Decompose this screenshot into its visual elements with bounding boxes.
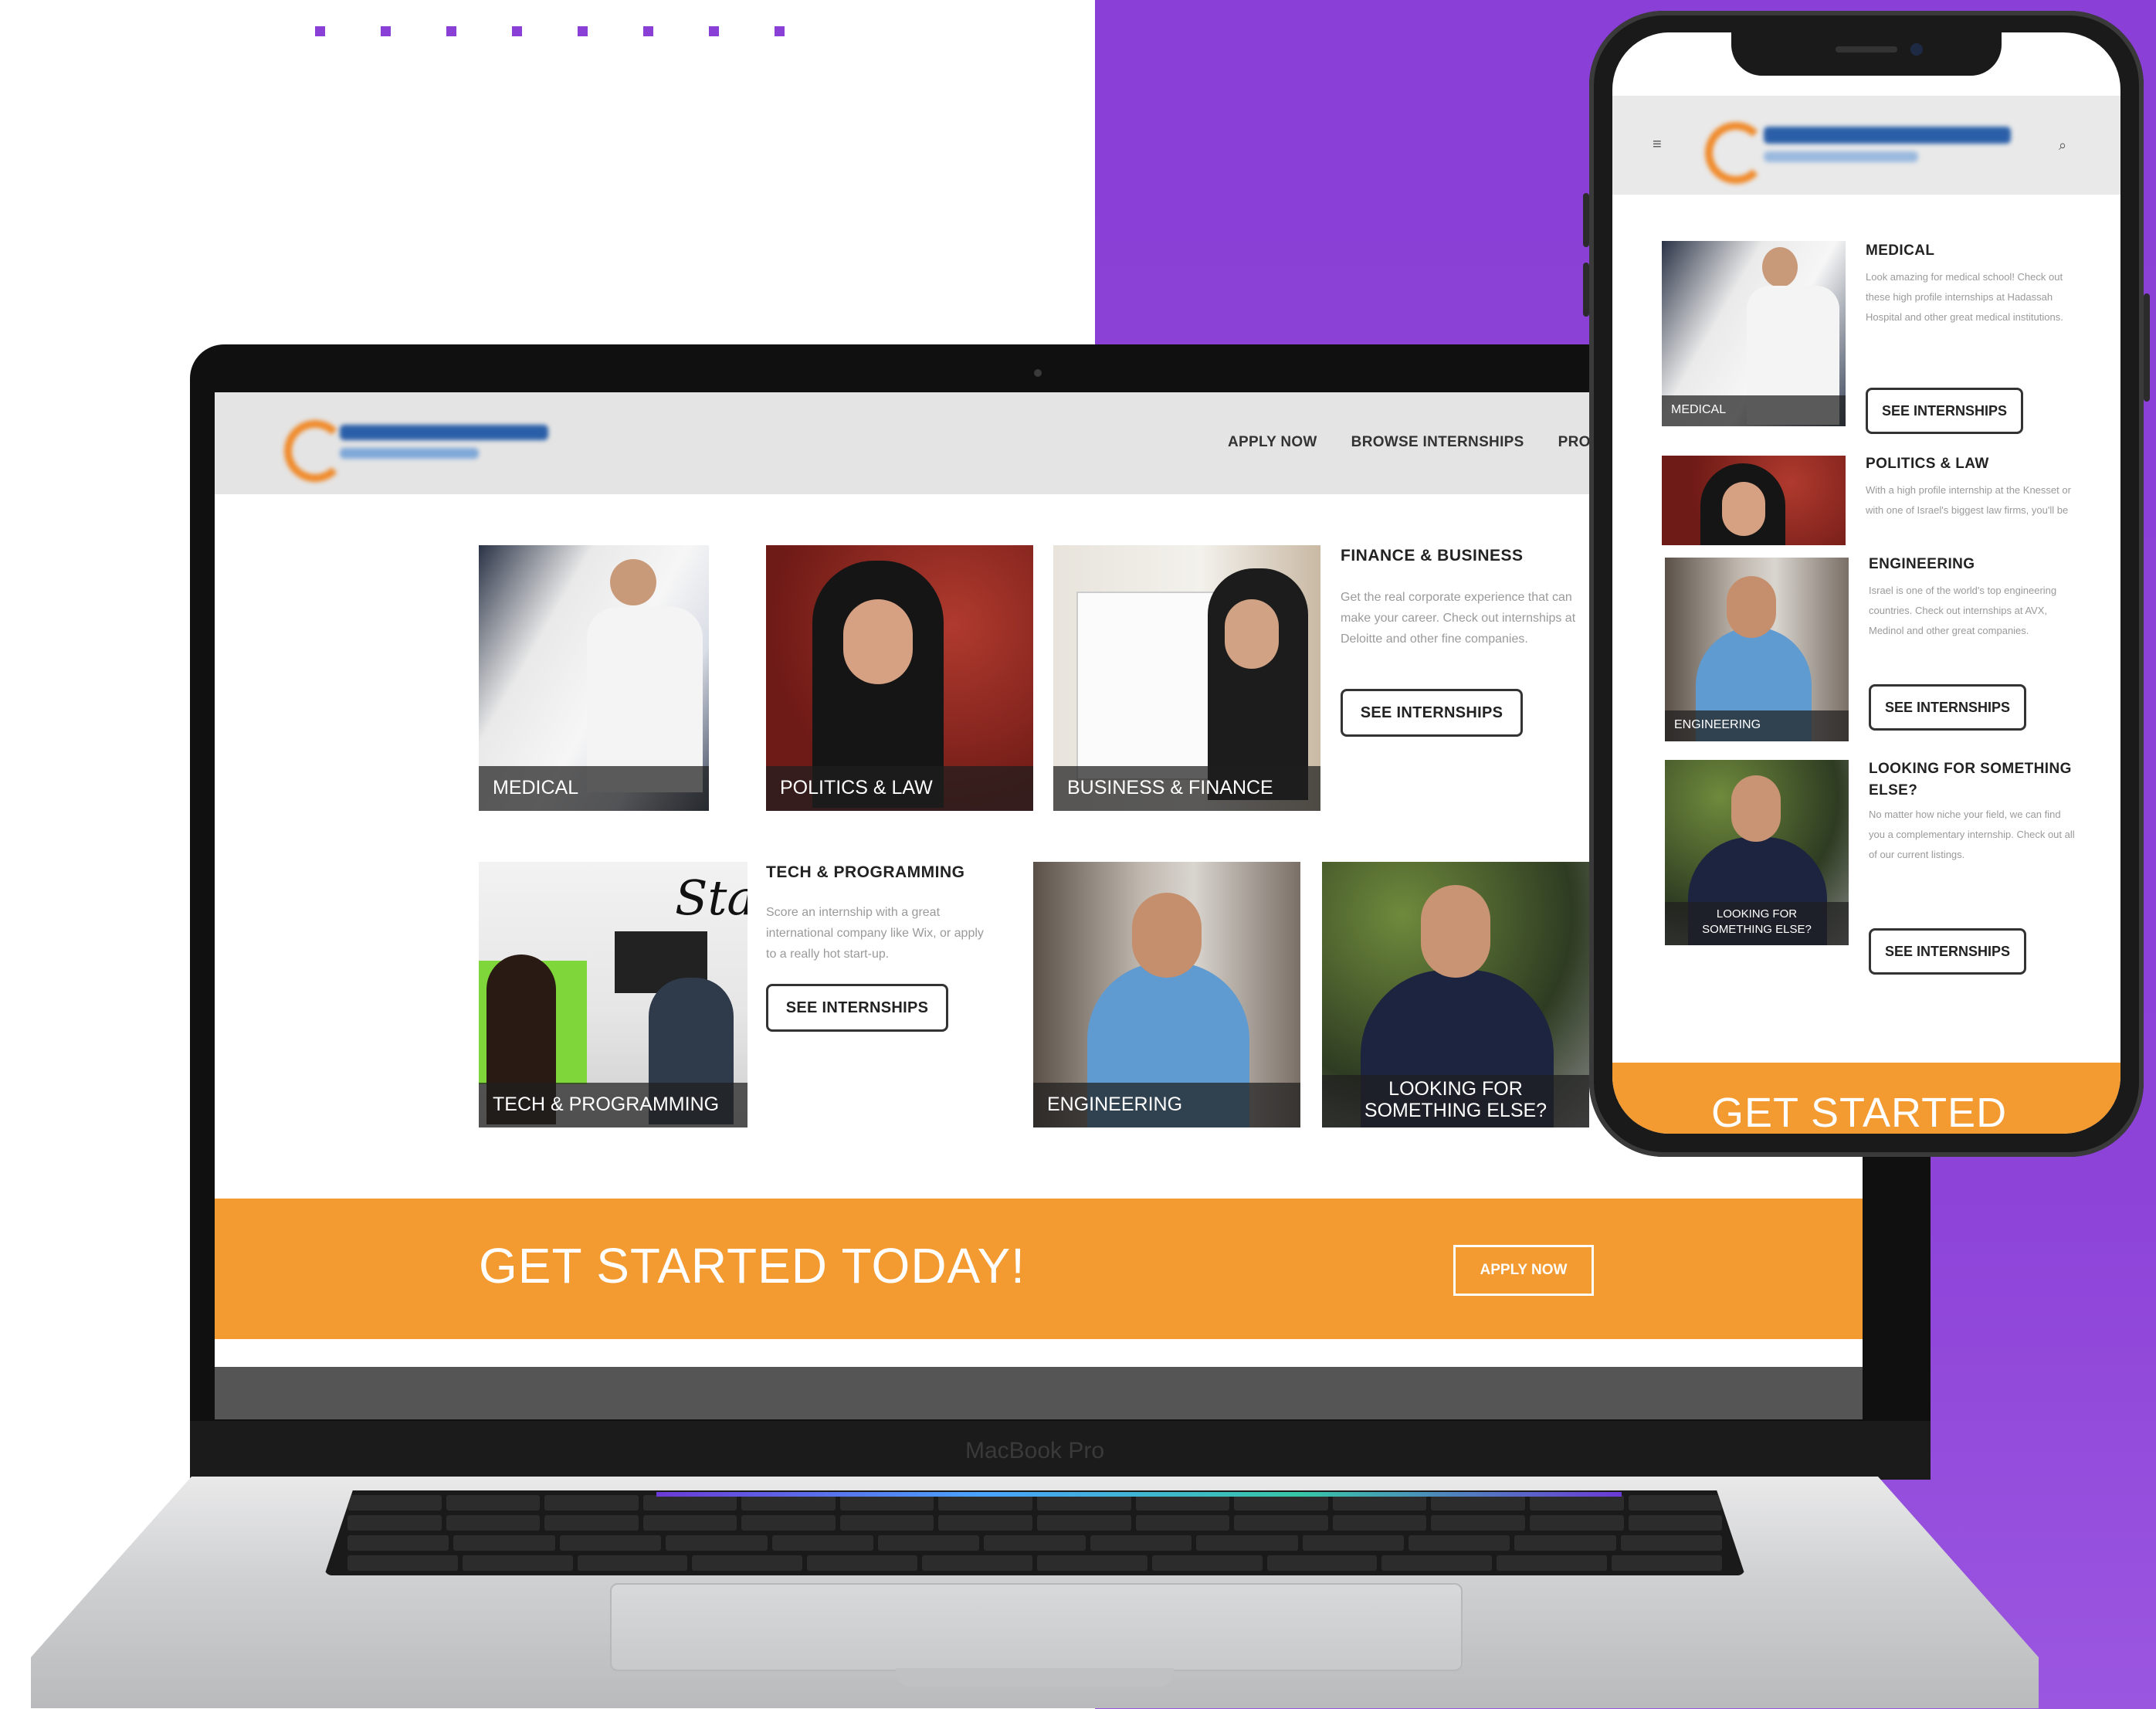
laptop-brand-label: MacBook Pro (964, 1438, 1105, 1463)
tile-label: MEDICAL (479, 766, 709, 811)
start-sign: Start (675, 870, 747, 926)
tile-label-line: LOOKING FOR (1716, 907, 1798, 921)
phone-logo[interactable] (1705, 116, 2029, 184)
tile-label: MEDICAL (1662, 395, 1846, 426)
phone-tile-medical[interactable]: MEDICAL (1662, 241, 1846, 426)
tile-label-line: SOMETHING ELSE? (1702, 923, 1812, 936)
tile-label-line: SOMETHING ELSE? (1364, 1100, 1548, 1121)
phone-else-title: LOOKING FOR SOMETHING ELSE? (1869, 758, 2072, 802)
tile-engineering[interactable]: ENGINEERING (1033, 862, 1300, 1127)
phone-cta-title: GET STARTED (1711, 1090, 2008, 1134)
phone-screen: ≡ ⌕ MEDICAL MEDICAL Look amazing for med… (1612, 32, 2120, 1134)
cta-banner: GET STARTED TODAY! APPLY NOW (215, 1199, 1863, 1339)
phone-medical-title: MEDICAL (1866, 242, 1935, 259)
phone-tile-engineering[interactable]: ENGINEERING (1665, 558, 1849, 741)
laptop-keyboard (324, 1490, 1745, 1575)
tech-title: TECH & PROGRAMMING (766, 863, 965, 881)
tile-tech-programming[interactable]: Start TECH & PROGRAMMING (479, 862, 747, 1127)
phone-politics-text: With a high profile internship at the Kn… (1866, 484, 2071, 516)
phone-power-button (2144, 293, 2150, 402)
phone-engineering-text: Israel is one of the world's top enginee… (1869, 585, 2057, 636)
tile-label: TECH & PROGRAMMING (479, 1083, 747, 1127)
finance-title: FINANCE & BUSINESS (1341, 547, 1524, 565)
phone-medical-text: Look amazing for medical school! Check o… (1866, 271, 2063, 323)
tile-business-finance[interactable]: BUSINESS & FINANCE (1053, 545, 1320, 811)
see-internships-button[interactable]: SEE INTERNSHIPS (766, 984, 948, 1032)
tile-politics-law[interactable]: POLITICS & LAW (766, 545, 1033, 811)
phone-politics-title: POLITICS & LAW (1866, 456, 1989, 472)
see-internships-button[interactable]: SEE INTERNSHIPS (1866, 388, 2023, 434)
apply-now-button[interactable]: APPLY NOW (1453, 1245, 1594, 1296)
phone-tile-politics-law[interactable] (1662, 456, 1846, 545)
laptop-opening-notch (896, 1668, 1174, 1687)
tile-label: ENGINEERING (1033, 1083, 1300, 1127)
tile-label: ENGINEERING (1665, 710, 1849, 741)
main-nav: APPLY NOW BROWSE INTERNSHIPS PROGRA (1228, 434, 1624, 451)
tile-medical[interactable]: MEDICAL (479, 545, 709, 811)
phone-else-text: No matter how niche your field, we can f… (1869, 809, 2075, 860)
decorative-dots (315, 26, 785, 36)
tile-label: LOOKING FOR SOMETHING ELSE? (1665, 902, 1849, 945)
phone-header: ≡ ⌕ (1612, 96, 2120, 195)
tech-text: Score an internship with a great interna… (766, 906, 984, 961)
see-internships-button[interactable]: SEE INTERNSHIPS (1869, 928, 2026, 975)
tile-label: POLITICS & LAW (766, 766, 1033, 811)
site-logo[interactable] (284, 414, 562, 482)
phone-else-title-line: LOOKING FOR SOMETHING (1869, 761, 2072, 777)
menu-icon[interactable]: ≡ (1653, 136, 1662, 154)
phone-else-title-line: ELSE? (1869, 782, 1918, 799)
nav-browse-internships[interactable]: BROWSE INTERNSHIPS (1351, 434, 1524, 451)
trackpad (610, 1583, 1463, 1671)
tile-label-line: LOOKING FOR (1388, 1078, 1523, 1100)
tile-label: BUSINESS & FINANCE (1053, 766, 1320, 811)
phone-volume-button (1583, 263, 1589, 317)
cta-title: GET STARTED TODAY! (479, 1238, 1025, 1294)
screen-bottom-bar (215, 1367, 1863, 1419)
phone-notch (1731, 31, 2002, 76)
see-internships-button[interactable]: SEE INTERNSHIPS (1341, 689, 1523, 737)
phone-cta-banner: GET STARTED (1612, 1063, 2120, 1134)
phone-engineering-title: ENGINEERING (1869, 556, 1975, 572)
finance-text: Get the real corporate experience that c… (1341, 591, 1576, 646)
nav-apply-now[interactable]: APPLY NOW (1228, 434, 1317, 451)
search-icon[interactable]: ⌕ (2059, 137, 2066, 154)
phone-tile-something-else[interactable]: LOOKING FOR SOMETHING ELSE? (1665, 760, 1849, 945)
tile-something-else[interactable]: LOOKING FOR SOMETHING ELSE? (1322, 862, 1589, 1127)
phone-volume-button (1583, 193, 1589, 247)
laptop-camera (1034, 369, 1042, 377)
tile-label: LOOKING FOR SOMETHING ELSE? (1322, 1075, 1589, 1127)
touch-bar (656, 1492, 1622, 1497)
see-internships-button[interactable]: SEE INTERNSHIPS (1869, 684, 2026, 731)
